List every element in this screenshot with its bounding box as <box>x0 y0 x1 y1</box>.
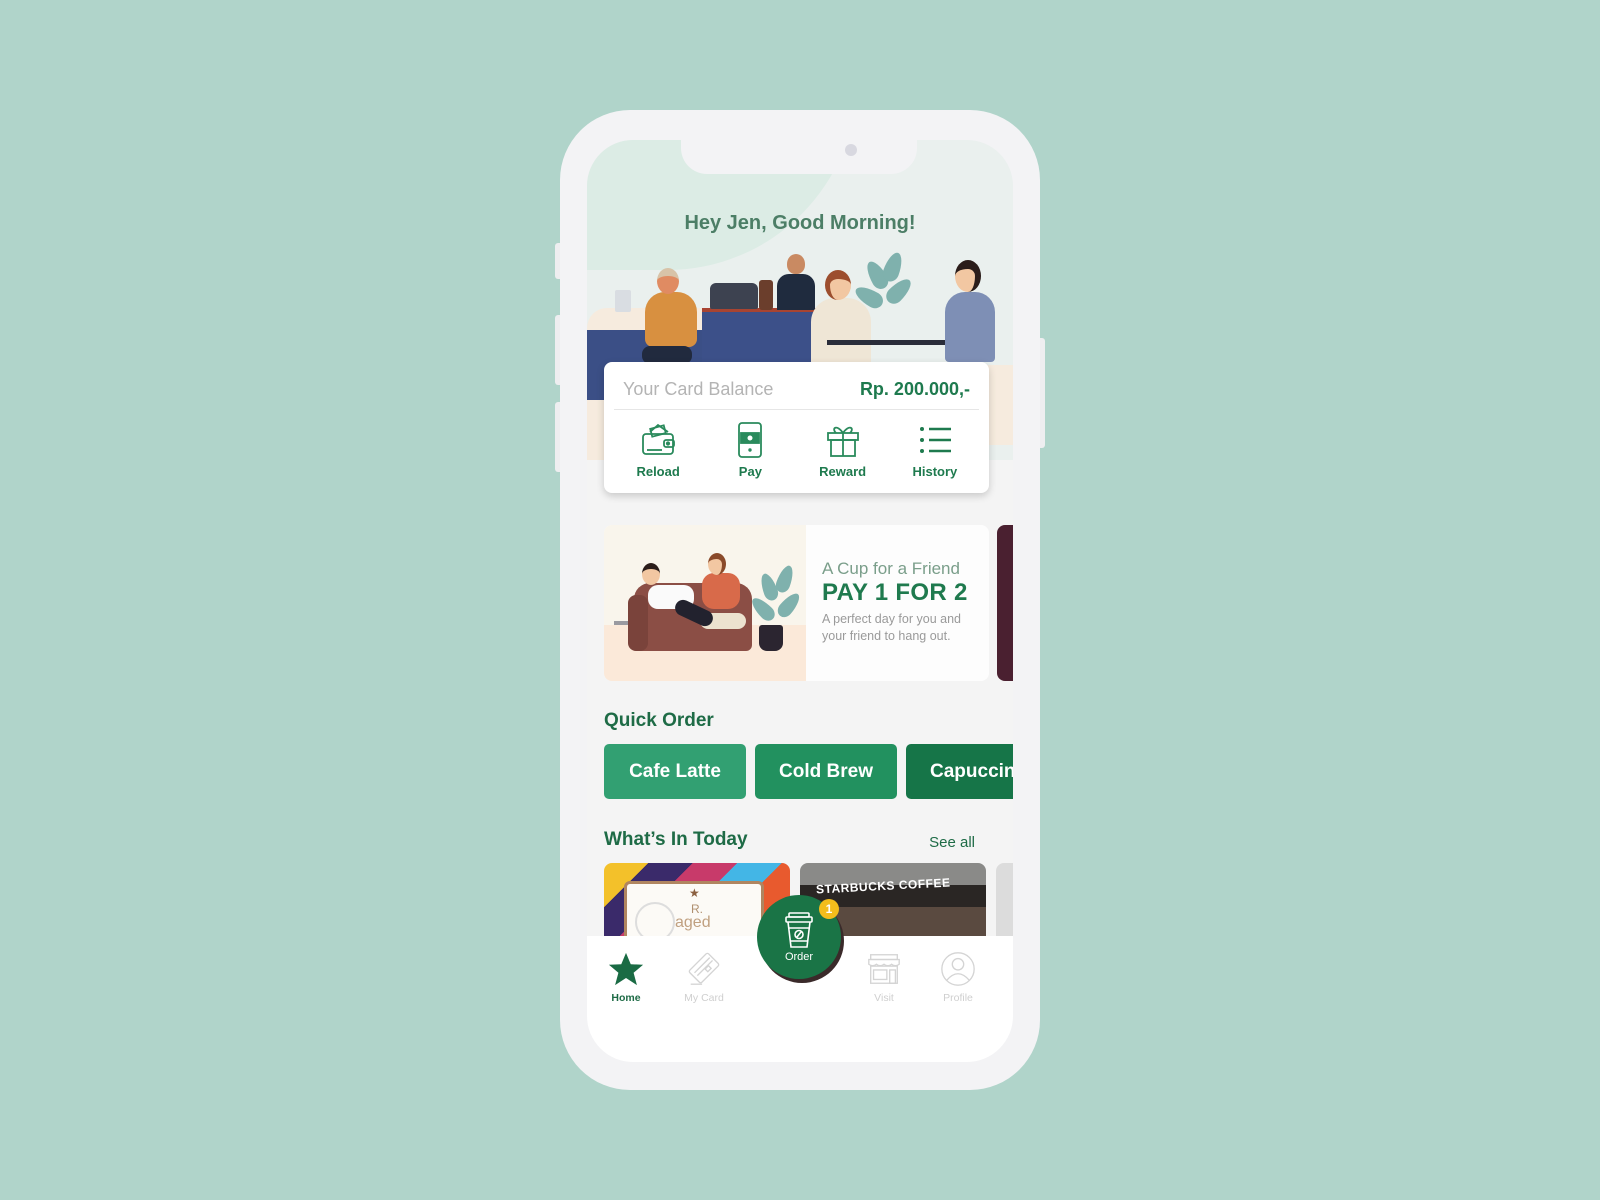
reload-button[interactable]: Reload <box>618 420 698 479</box>
promo-description: A perfect day for you and your friend to… <box>822 612 961 643</box>
barista-illustration <box>777 274 815 310</box>
card-balance-panel: Your Card Balance Rp. 200.000,- Reload P… <box>604 362 989 493</box>
list-icon <box>919 427 951 453</box>
order-count-badge: 1 <box>819 899 839 919</box>
star-icon <box>608 952 644 986</box>
order-button[interactable]: Order 1 <box>757 895 841 979</box>
pay-label: Pay <box>738 464 762 479</box>
coffee-cup-icon <box>785 912 813 948</box>
reward-label: Reward <box>819 464 867 479</box>
quick-order-capuccino[interactable]: Capuccino <box>906 744 1013 799</box>
promo-banner[interactable]: A Cup for a Friend PAY 1 FOR 2 A perfect… <box>604 525 989 681</box>
camera-icon <box>845 144 857 156</box>
see-all-link[interactable]: See all <box>929 834 975 851</box>
phone-pay-icon <box>738 422 763 458</box>
pay-button[interactable]: Pay <box>710 420 790 479</box>
app-screen: Hey Jen, Good Morning! Your Card Balance… <box>587 140 1013 1062</box>
divider <box>614 409 979 410</box>
whats-in-today-title: What’s In Today <box>604 829 748 850</box>
laptop-illustration <box>615 290 631 312</box>
gift-icon <box>826 426 859 457</box>
greeting-text: Hey Jen, Good Morning! <box>684 212 916 234</box>
espresso-machine <box>710 283 758 309</box>
nav-visit-label: Visit <box>874 992 894 1004</box>
store-icon <box>868 954 900 984</box>
quick-order-cold-brew[interactable]: Cold Brew <box>755 744 897 799</box>
nav-visit[interactable]: Visit <box>849 950 919 1004</box>
reserve-star-icon: ★ <box>689 886 700 900</box>
nav-profile-label: Profile <box>943 992 973 1004</box>
quick-order-cafe-latte[interactable]: Cafe Latte <box>604 744 746 799</box>
friends-illustration <box>604 525 806 681</box>
balance-value: Rp. 200.000,- <box>859 378 970 399</box>
history-label: History <box>912 464 958 479</box>
quick-order-title: Quick Order <box>604 710 714 731</box>
quick-order-list: Cafe Latte Cold Brew Capuccino <box>604 744 1013 800</box>
history-button[interactable]: History <box>895 420 975 479</box>
nav-my-card[interactable]: My Card <box>669 950 739 1004</box>
nav-home[interactable]: Home <box>591 950 661 1004</box>
reward-button[interactable]: Reward <box>803 420 883 479</box>
wallet-icon <box>642 423 676 455</box>
balance-label: Your Card Balance <box>623 378 774 399</box>
nav-my-card-label: My Card <box>684 992 724 1004</box>
nav-profile[interactable]: Profile <box>923 950 993 1004</box>
nav-home-label: Home <box>611 992 641 1004</box>
phone-notch <box>681 140 917 174</box>
store-sign: STARBUCKS COFFEE <box>815 875 951 897</box>
profile-icon <box>941 952 975 986</box>
order-label: Order <box>784 951 814 963</box>
promo-title: PAY 1 FOR 2 <box>822 579 968 606</box>
reload-label: Reload <box>636 464 680 479</box>
card-icon <box>688 952 720 985</box>
next-promo-banner[interactable] <box>997 525 1013 681</box>
customer-illustration <box>657 268 679 294</box>
promo-subtitle: A Cup for a Friend <box>822 559 960 578</box>
